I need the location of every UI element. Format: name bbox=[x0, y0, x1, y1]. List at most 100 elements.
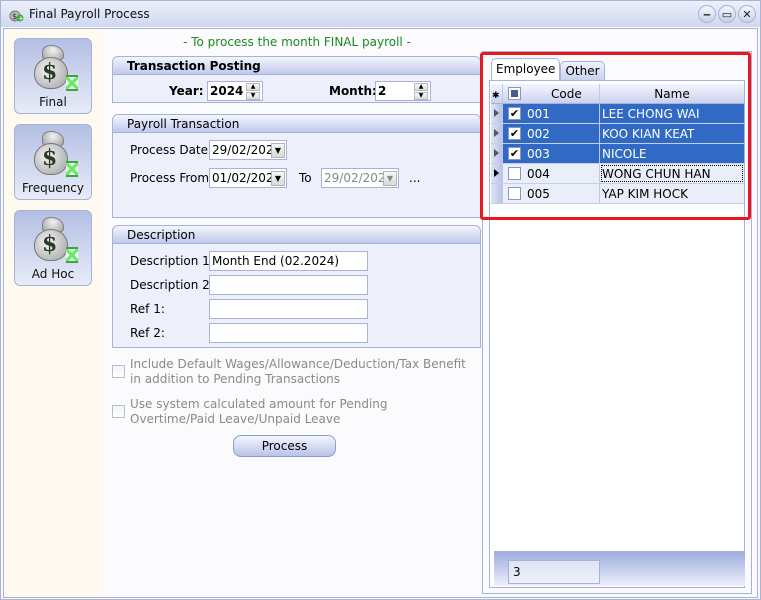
money-bag-hourglass-icon: $ bbox=[28, 215, 78, 263]
month-label: Month: bbox=[329, 84, 377, 98]
code-cell[interactable]: ✔ 001 bbox=[503, 104, 600, 123]
sidebar-item-ad-hoc[interactable]: $ Ad Hoc bbox=[14, 210, 92, 286]
employee-grid: ✱ Code Name ✔ 001 LEE CHONG WAI ✔ 002 KOO KIA… bbox=[491, 84, 744, 204]
sidebar-item-frequency[interactable]: $ Frequency bbox=[14, 124, 92, 200]
money-bag-hourglass-icon: $ bbox=[28, 43, 78, 91]
code-cell[interactable]: ✔ 002 bbox=[503, 124, 600, 143]
select-all-checkbox[interactable] bbox=[508, 87, 521, 100]
sidebar-item-label: Final bbox=[39, 95, 67, 109]
employee-panel: Employee Other ✱ Code Name ✔ 001 LEE CHONG… bbox=[482, 51, 752, 594]
include-default-wages-checkbox[interactable] bbox=[112, 365, 125, 378]
row-selector[interactable] bbox=[491, 104, 503, 123]
process-date-picker[interactable]: 29/02/2024 ▼ bbox=[209, 140, 287, 160]
code-cell[interactable]: 005 bbox=[503, 184, 600, 203]
row-checkbox[interactable] bbox=[508, 167, 521, 180]
process-date-label: Process Date: bbox=[130, 143, 213, 157]
sidebar-item-final[interactable]: $ Final bbox=[14, 38, 92, 114]
row-pointer-icon bbox=[494, 129, 499, 137]
row-checkbox[interactable]: ✔ bbox=[508, 127, 521, 140]
more-button[interactable]: ... bbox=[409, 171, 420, 185]
tab-employee[interactable]: Employee bbox=[491, 58, 561, 81]
selected-count: 3 bbox=[508, 560, 600, 584]
row-selector[interactable] bbox=[491, 184, 503, 203]
maximize-button[interactable]: ▭ bbox=[718, 5, 736, 23]
window-title: Final Payroll Process bbox=[29, 7, 150, 21]
year-spinner[interactable]: 2024 ▲ ▼ bbox=[207, 81, 263, 101]
row-selector[interactable] bbox=[491, 164, 503, 183]
dropdown-arrow-icon: ▼ bbox=[383, 171, 397, 186]
employee-name[interactable]: WONG CHUN HAN bbox=[600, 164, 744, 183]
year-label: Year: bbox=[169, 84, 204, 98]
dropdown-arrow-icon[interactable]: ▼ bbox=[271, 171, 285, 186]
close-icon: ✕ bbox=[742, 7, 752, 21]
table-row[interactable]: 005 YAP KIM HOCK bbox=[491, 184, 744, 204]
employee-name[interactable]: YAP KIM HOCK bbox=[600, 184, 744, 203]
description-1-label: Description 1: bbox=[130, 254, 214, 268]
spin-up-icon[interactable]: ▲ bbox=[246, 83, 260, 91]
table-row[interactable]: ✔ 002 KOO KIAN KEAT bbox=[491, 124, 744, 144]
page-heading: - To process the month FINAL payroll - bbox=[183, 35, 411, 49]
employee-tab-body: ✱ Code Name ✔ 001 LEE CHONG WAI ✔ 002 KOO KIA… bbox=[489, 80, 745, 588]
to-label: To bbox=[299, 171, 312, 185]
close-button[interactable]: ✕ bbox=[738, 5, 756, 23]
use-system-calculated-checkbox[interactable] bbox=[112, 405, 125, 418]
column-header-name[interactable]: Name bbox=[600, 84, 744, 103]
minimize-icon: ‒ bbox=[703, 7, 711, 21]
dropdown-arrow-icon[interactable]: ▼ bbox=[271, 143, 285, 158]
code-cell[interactable]: ✔ 003 bbox=[503, 144, 600, 163]
description-2-input[interactable] bbox=[209, 275, 368, 295]
group-title: Payroll Transaction bbox=[113, 115, 480, 133]
employee-code: 001 bbox=[527, 107, 550, 121]
tab-other[interactable]: Other bbox=[560, 61, 605, 80]
payroll-icon: $ + bbox=[8, 6, 24, 23]
grid-header: ✱ Code Name bbox=[491, 84, 744, 104]
year-value: 2024 bbox=[210, 84, 244, 98]
row-checkbox[interactable]: ✔ bbox=[508, 107, 521, 120]
svg-text:+: + bbox=[18, 15, 24, 23]
description-group: Description Description 1: Month End (02… bbox=[112, 225, 481, 348]
money-bag-hourglass-icon: $ bbox=[28, 129, 78, 177]
spin-up-icon[interactable]: ▲ bbox=[414, 83, 428, 91]
maximize-icon: ▭ bbox=[721, 7, 733, 21]
ref-1-input[interactable] bbox=[209, 299, 368, 319]
employee-code: 005 bbox=[527, 187, 550, 201]
row-selector[interactable] bbox=[491, 124, 503, 143]
description-1-input[interactable]: Month End (02.2024) bbox=[209, 251, 368, 271]
row-checkbox[interactable] bbox=[508, 187, 521, 200]
minimize-button[interactable]: ‒ bbox=[698, 5, 716, 23]
month-spinner[interactable]: 2 ▲ ▼ bbox=[375, 81, 431, 101]
payroll-transaction-group: Payroll Transaction Process Date: 29/02/… bbox=[112, 114, 481, 218]
employee-code: 004 bbox=[527, 167, 550, 181]
employee-name[interactable]: KOO KIAN KEAT bbox=[600, 124, 744, 143]
row-pointer-icon bbox=[494, 149, 499, 157]
status-bar: 3 bbox=[494, 551, 745, 586]
code-cell[interactable]: 004 bbox=[503, 164, 600, 183]
row-selector[interactable] bbox=[491, 144, 503, 163]
employee-name[interactable]: LEE CHONG WAI bbox=[600, 104, 744, 123]
sidebar-item-label: Frequency bbox=[22, 181, 84, 195]
sidebar: $ Final $ Frequency $ Ad Hoc bbox=[4, 29, 102, 597]
spin-down-icon[interactable]: ▼ bbox=[246, 92, 260, 100]
group-title: Description bbox=[113, 226, 480, 244]
table-row[interactable]: ✔ 003 NICOLE bbox=[491, 144, 744, 164]
group-title: Transaction Posting bbox=[113, 57, 480, 75]
process-to-picker: 29/02/2024 ▼ bbox=[321, 168, 399, 188]
table-row[interactable]: ✔ 001 LEE CHONG WAI bbox=[491, 104, 744, 124]
description-2-label: Description 2: bbox=[130, 278, 214, 292]
ref-2-input[interactable] bbox=[209, 323, 368, 343]
process-button[interactable]: Process bbox=[233, 435, 336, 457]
process-from-picker[interactable]: 01/02/2024 ▼ bbox=[209, 168, 287, 188]
ref-1-label: Ref 1: bbox=[130, 302, 165, 316]
table-row[interactable]: 004 WONG CHUN HAN bbox=[491, 164, 744, 184]
client-area: $ Final $ Frequency $ Ad Hoc - To proces… bbox=[3, 28, 758, 598]
employee-name[interactable]: NICOLE bbox=[600, 144, 744, 163]
asterisk-icon: ✱ bbox=[492, 91, 500, 101]
month-value: 2 bbox=[378, 84, 387, 98]
employee-code: 002 bbox=[527, 127, 550, 141]
row-checkbox[interactable]: ✔ bbox=[508, 147, 521, 160]
final-payroll-window: $ + Final Payroll Process ‒ ▭ ✕ $ Final $… bbox=[0, 0, 761, 600]
spin-down-icon[interactable]: ▼ bbox=[414, 92, 428, 100]
column-header-code[interactable]: Code bbox=[503, 84, 600, 103]
employee-code: 003 bbox=[527, 147, 550, 161]
svg-text:$: $ bbox=[12, 12, 17, 21]
